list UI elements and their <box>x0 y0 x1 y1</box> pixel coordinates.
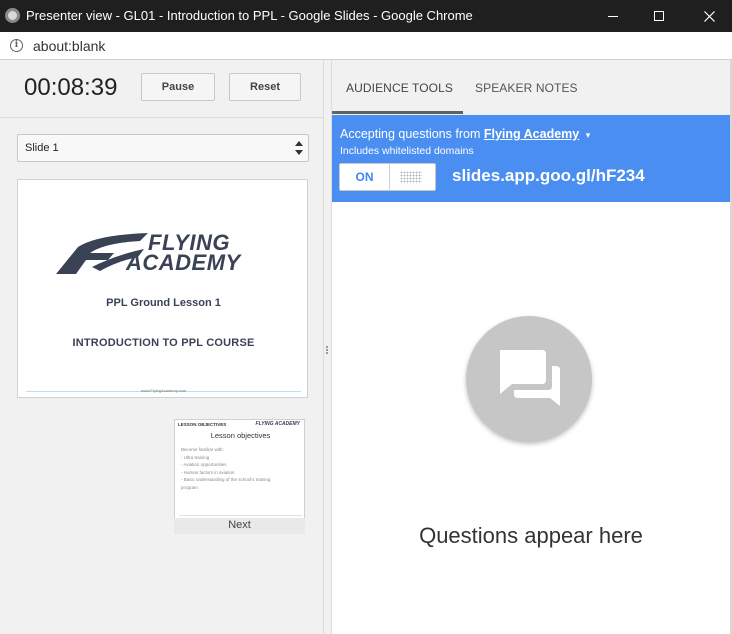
next-slide-preview[interactable]: LESSON OBJECTIVES FLYING ACADEMY Lesson … <box>174 419 305 534</box>
presenter-left-panel: 00:08:39 Pause Reset Slide 1 FLYING ACAD… <box>0 60 324 634</box>
next-slide-line: - Basic understanding of the school's tr… <box>181 477 271 483</box>
panel-tabs: AUDIENCE TOOLS SPEAKER NOTES <box>332 60 730 115</box>
toggle-on-label: ON <box>340 164 390 190</box>
url-text[interactable]: about:blank <box>33 38 105 54</box>
divider <box>0 117 324 118</box>
next-slide-line: - Human factors in aviation <box>181 469 235 475</box>
current-slide-preview: FLYING ACADEMY PPL Ground Lesson 1 INTRO… <box>17 179 308 398</box>
next-slide-line: - Ultra training <box>181 454 210 460</box>
tab-audience-tools[interactable]: AUDIENCE TOOLS <box>346 81 453 95</box>
close-button[interactable] <box>686 0 732 32</box>
audience-panel: AUDIENCE TOOLS SPEAKER NOTES Accepting q… <box>332 60 730 634</box>
address-bar: i about:blank <box>0 32 732 60</box>
next-slide-body: Become familiar with: - Ultra training -… <box>181 446 270 492</box>
accepting-questions-line: Accepting questions from Flying Academy … <box>340 127 590 141</box>
minimize-button[interactable] <box>590 0 636 32</box>
audience-group-link[interactable]: Flying Academy <box>484 127 579 141</box>
dropdown-caret-icon[interactable]: ▾ <box>586 130 591 140</box>
timer-display: 00:08:39 <box>24 74 118 101</box>
next-slide-line: Become familiar with: <box>181 447 224 452</box>
slide-select-value: Slide 1 <box>25 142 59 154</box>
maximize-button[interactable] <box>636 0 682 32</box>
accepting-label: Accepting questions from <box>340 127 481 141</box>
panel-divider <box>323 60 324 634</box>
qa-toggle[interactable]: ON <box>339 163 436 191</box>
qa-banner: Accepting questions from Flying Academy … <box>332 115 730 202</box>
toggle-grip-icon <box>400 171 422 183</box>
flying-academy-logo: FLYING ACADEMY <box>56 230 271 278</box>
qa-short-url[interactable]: slides.app.goo.gl/hF234 <box>452 166 645 186</box>
window-title: Presenter view - GL01 - Introduction to … <box>26 8 473 23</box>
resize-handle-icon[interactable] <box>326 346 328 356</box>
minimize-icon <box>608 15 618 17</box>
maximize-icon <box>654 11 664 21</box>
chrome-icon <box>5 8 20 23</box>
next-slide-label[interactable]: Next <box>174 518 305 534</box>
pause-button[interactable]: Pause <box>141 73 215 101</box>
slide-subtitle: PPL Ground Lesson 1 <box>106 297 221 309</box>
logo-text-academy: ACADEMY <box>126 250 241 275</box>
questions-chat-icon <box>500 350 560 406</box>
slide-footer-text: www.FlyingAcademy.com <box>140 388 187 393</box>
select-arrows-icon <box>295 141 303 155</box>
next-slide-line: - Aviation opportunities <box>181 462 227 468</box>
next-slide-logo: FLYING ACADEMY <box>255 421 300 427</box>
next-slide-title: Lesson objectives <box>210 431 271 440</box>
questions-empty-message: Questions appear here <box>419 523 643 548</box>
whitelist-note: Includes whitelisted domains <box>340 145 474 157</box>
reset-button[interactable]: Reset <box>229 73 301 101</box>
info-icon[interactable]: i <box>10 39 23 52</box>
active-tab-indicator <box>332 111 463 114</box>
slide-title: INTRODUCTION TO PPL COURSE <box>72 337 255 349</box>
tab-speaker-notes[interactable]: SPEAKER NOTES <box>475 81 578 95</box>
slide-select[interactable]: Slide 1 <box>17 134 309 162</box>
close-icon <box>703 10 715 22</box>
next-slide-header: LESSON OBJECTIVES <box>178 422 227 427</box>
next-slide-line: program <box>181 484 198 490</box>
next-slide-footer-line <box>179 515 302 516</box>
window-title-bar: Presenter view - GL01 - Introduction to … <box>0 0 732 32</box>
questions-empty-icon-circle <box>466 316 592 442</box>
